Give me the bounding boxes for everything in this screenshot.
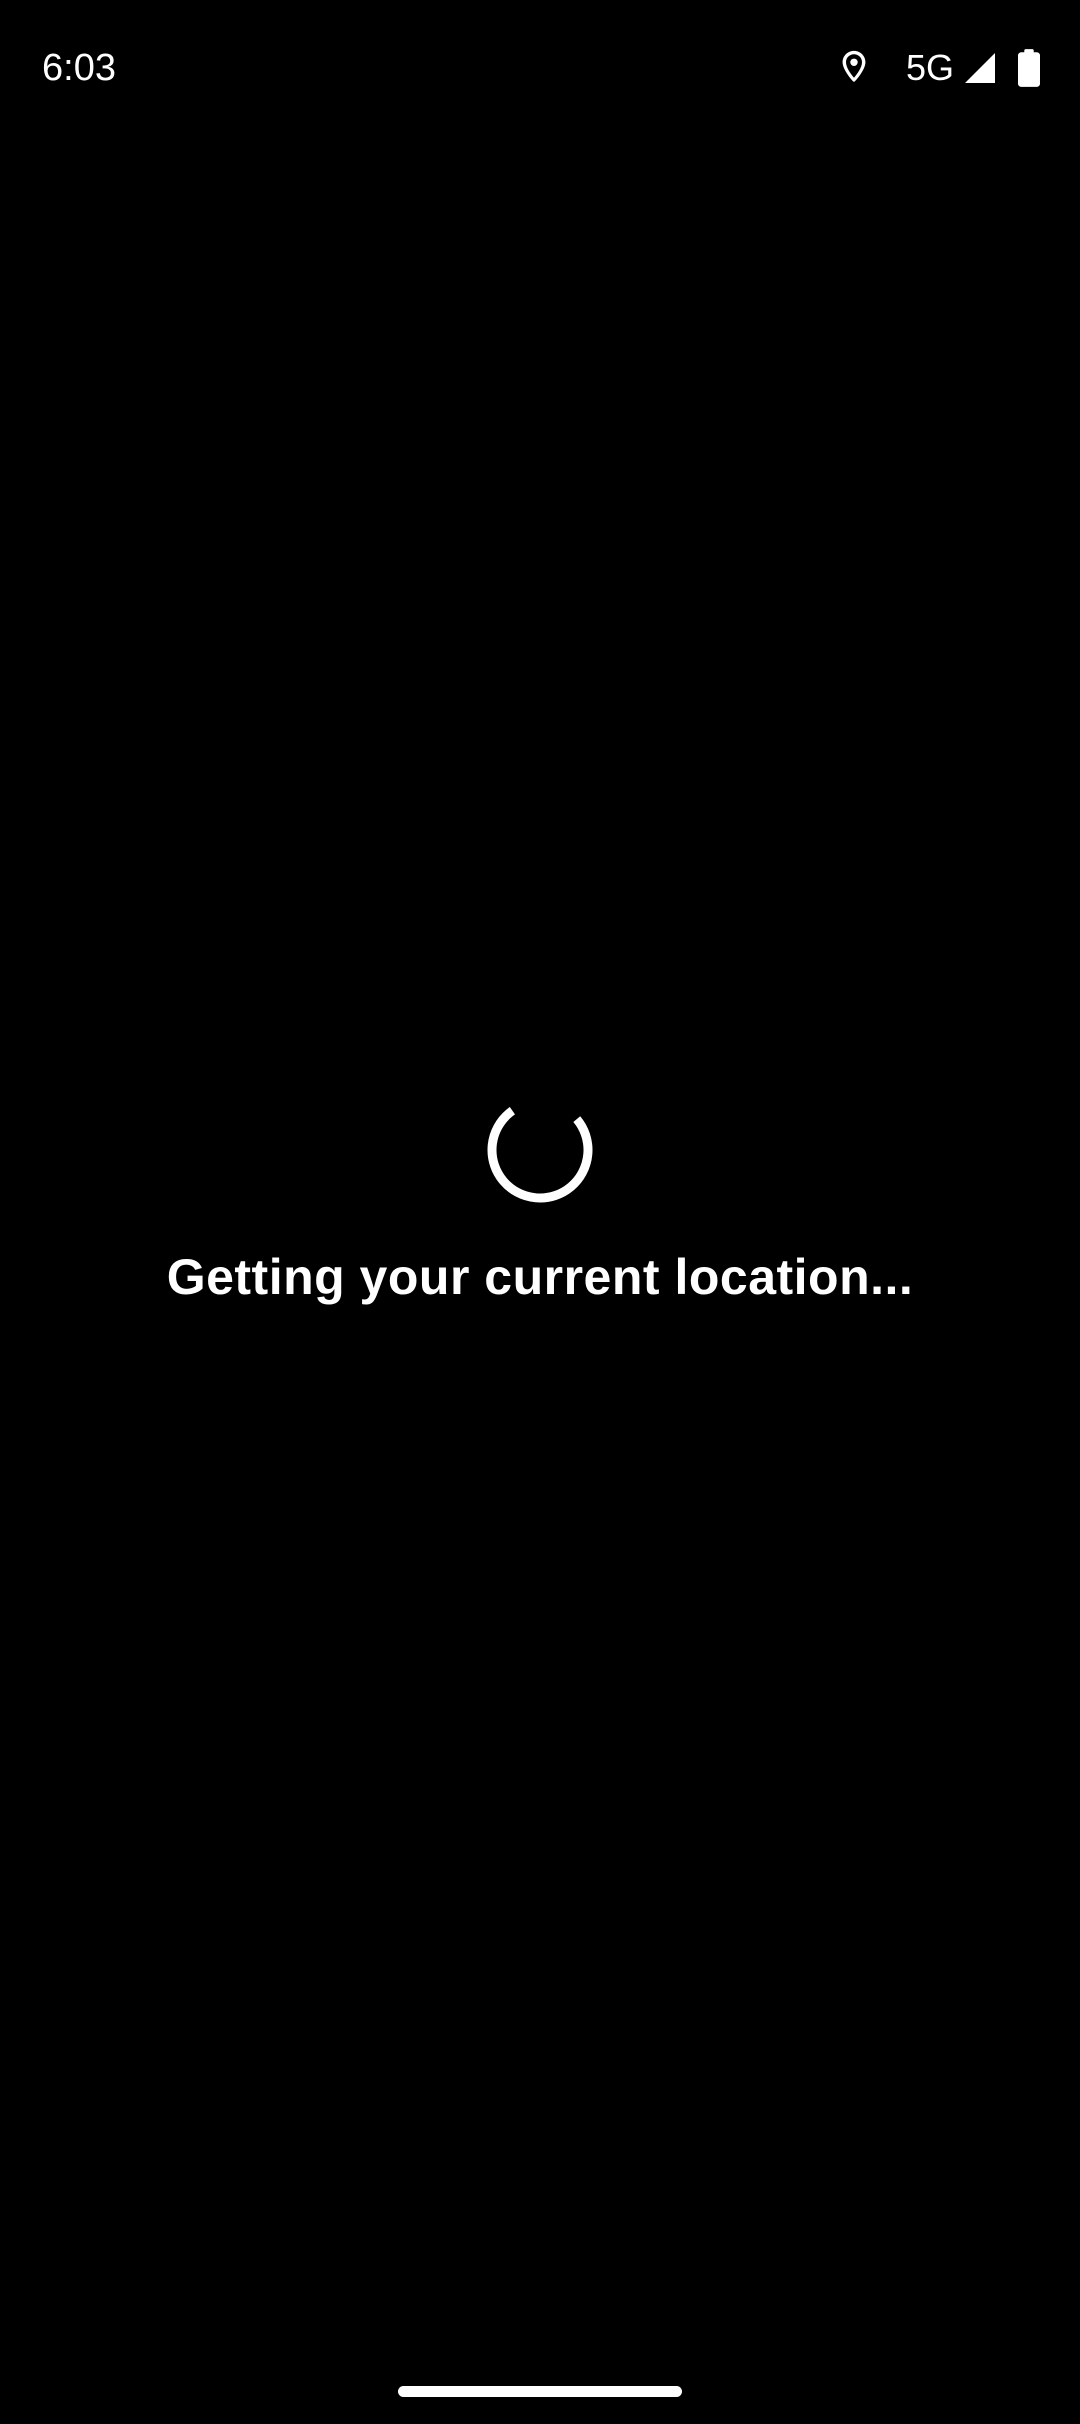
network-type-label: 5G bbox=[905, 47, 954, 88]
location-pin-icon bbox=[836, 48, 872, 88]
home-gesture-bar[interactable] bbox=[398, 2386, 682, 2397]
screen: 6:03 5G Getting your current location... bbox=[0, 0, 1080, 2424]
status-bar: 6:03 5G bbox=[0, 0, 1080, 136]
loading-spinner-icon bbox=[487, 1097, 593, 1203]
loading-message: Getting your current location... bbox=[166, 1249, 914, 1305]
loading-area: Getting your current location... bbox=[0, 1095, 1080, 1309]
status-icons: 5G bbox=[836, 44, 1040, 92]
cell-signal-icon bbox=[962, 50, 998, 86]
battery-icon bbox=[1018, 49, 1040, 87]
status-time: 6:03 bbox=[42, 47, 116, 89]
